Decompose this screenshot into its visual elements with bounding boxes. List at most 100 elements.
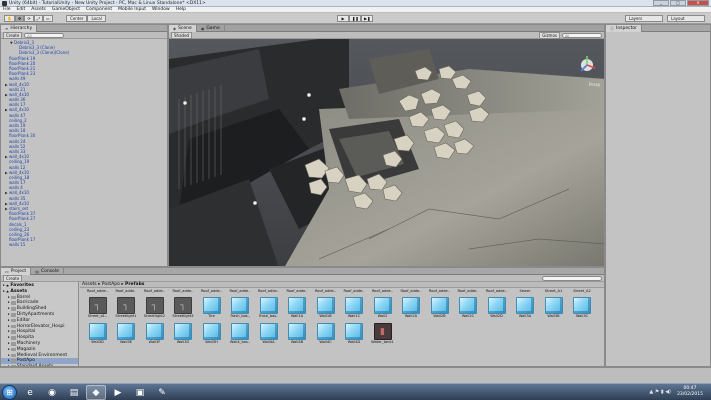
asset-item[interactable]: Wall3H [198, 323, 225, 349]
asset-item[interactable]: Wall2B [426, 297, 453, 323]
asset-item[interactable]: Tire [198, 297, 225, 323]
hierarchy-search-input[interactable]: All [24, 32, 65, 38]
start-button[interactable]: ⊞ [2, 385, 17, 400]
asset-item[interactable]: Wall1A [284, 297, 311, 323]
layout-dropdown[interactable]: Layout [667, 15, 705, 22]
asset-item[interactable]: Wall3G [170, 323, 197, 349]
asset-item[interactable]: Roof_adde.. [426, 289, 453, 297]
pivot-center-toggle[interactable]: Center [66, 15, 88, 22]
hierarchy-create-dropdown[interactable]: Create [3, 31, 23, 39]
asset-item[interactable]: Sewer [512, 289, 539, 297]
asset-item[interactable]: Roof_adde.. [84, 289, 111, 297]
asset-item[interactable]: Wall3D [84, 323, 111, 349]
asset-item[interactable]: Wall3F [141, 323, 168, 349]
asset-item[interactable]: Roof_adde.. [227, 289, 254, 297]
menu-gameobject[interactable]: GameObject [49, 7, 83, 12]
asset-item[interactable]: ┐ Streetlight1 [113, 297, 140, 323]
minimize-button[interactable]: _ [653, 0, 669, 6]
asset-item[interactable]: Wall4B [284, 323, 311, 349]
asset-item[interactable]: Wall1C [341, 297, 368, 323]
breadcrumb-assets[interactable]: Assets [82, 282, 97, 287]
asset-item[interactable]: Street_A1 [540, 289, 567, 297]
asset-item[interactable]: Roof_adde.. [141, 289, 168, 297]
hierarchy-item[interactable]: walls 15 [1, 242, 167, 247]
asset-item[interactable]: Roof_adde.. [483, 289, 510, 297]
asset-item[interactable]: Roof_adde.. [398, 289, 425, 297]
tab-game[interactable]: ◉ Game [197, 25, 225, 32]
project-create-dropdown[interactable]: Create [3, 274, 23, 282]
expand-arrow-icon[interactable]: ▸ [3, 289, 5, 295]
tab-inspector[interactable]: ⓘ Inspector [606, 25, 642, 32]
persp-label[interactable]: Persp [589, 82, 600, 87]
hand-tool-icon[interactable]: ✋ [4, 15, 15, 22]
window-titlebar[interactable]: Unity (64bit) - TutorialUnity - New Unit… [0, 0, 711, 7]
gizmos-dropdown[interactable]: Gizmos [539, 31, 560, 39]
asset-item[interactable]: Roof_adde.. [455, 289, 482, 297]
asset-item[interactable]: Roof_adde.. [284, 289, 311, 297]
project-search-input[interactable] [542, 275, 602, 281]
asset-item[interactable]: Roof_adde.. [113, 289, 140, 297]
step-button[interactable]: ▶❚ [361, 15, 373, 22]
asset-item[interactable]: Wall1B [312, 297, 339, 323]
asset-item[interactable]: ┐ Streetlight3 [170, 297, 197, 323]
asset-item[interactable]: Wall2C [455, 297, 482, 323]
menu-window[interactable]: Window [149, 7, 173, 12]
asset-item[interactable]: ┐ Streetlight2 [141, 297, 168, 323]
menu-edit[interactable]: Edit [14, 7, 29, 12]
rotate-tool-icon[interactable]: ⟳ [24, 15, 34, 22]
asset-item[interactable]: Roof_adde.. [255, 289, 282, 297]
scene-search-input[interactable]: All [562, 32, 602, 38]
asset-item[interactable]: ┐ Street_a1.. [84, 297, 111, 323]
asset-item[interactable]: Trash_bas.. [227, 297, 254, 323]
maximize-button[interactable]: □ [670, 0, 686, 6]
scene-viewport[interactable]: Persp [169, 39, 604, 266]
asset-item[interactable]: Wall3C [569, 297, 596, 323]
status-bar [0, 367, 711, 383]
app-icon[interactable]: ▣ [130, 385, 150, 400]
asset-item[interactable]: Wall3E [113, 323, 140, 349]
asset-item[interactable]: Wall4D [341, 323, 368, 349]
asset-item[interactable]: Wall4_bas.. [227, 323, 254, 349]
paint-icon[interactable]: ✎ [152, 385, 172, 400]
move-tool-icon[interactable]: ✥ [14, 15, 25, 22]
asset-item[interactable]: Wall3A [512, 297, 539, 323]
close-button[interactable]: ✕ [687, 0, 709, 6]
asset-item[interactable]: Roof_adde.. [369, 289, 396, 297]
pivot-local-toggle[interactable]: Local [87, 15, 106, 22]
chrome-icon[interactable]: ◉ [42, 385, 62, 400]
tab-console[interactable]: ▤ Console [31, 268, 64, 275]
menu-assets[interactable]: Assets [28, 7, 49, 12]
asset-item[interactable]: ▮ Water_tank1 [369, 323, 396, 349]
rect-tool-icon[interactable]: ▭ [42, 15, 53, 22]
breadcrumb-postapo[interactable]: PostApo [102, 282, 120, 287]
asset-item[interactable]: Wall3B [540, 297, 567, 323]
folder-icon [10, 330, 16, 335]
asset-item[interactable]: Trash_bas.. [255, 297, 282, 323]
asset-item[interactable]: Wall4C [312, 323, 339, 349]
asset-item[interactable]: Roof_adde.. [341, 289, 368, 297]
pause-button[interactable]: ❚❚ [349, 15, 361, 22]
clock[interactable]: 00:47 23/02/2015 [677, 386, 703, 398]
scale-tool-icon[interactable]: ⤢ [33, 15, 43, 22]
asset-item[interactable]: Wall4A [255, 323, 282, 349]
asset-item[interactable]: Street_A2 [569, 289, 596, 297]
asset-item[interactable]: Wall2A [398, 297, 425, 323]
asset-item[interactable]: Wall2 [369, 297, 396, 323]
layers-dropdown[interactable]: Layers [625, 15, 663, 22]
menu-file[interactable]: File [0, 7, 14, 12]
unity-taskbar-icon[interactable]: ◆ [86, 385, 106, 400]
breadcrumb-prefabs[interactable]: Prefabs [125, 282, 144, 287]
menu-help[interactable]: Help [173, 7, 189, 12]
play-button[interactable]: ▶ [337, 15, 349, 22]
ie-icon[interactable]: e [20, 385, 40, 400]
asset-item[interactable]: Roof_adde.. [170, 289, 197, 297]
menu-component[interactable]: Component [83, 7, 115, 12]
shading-mode-dropdown[interactable]: Shaded [171, 31, 193, 39]
media-player-icon[interactable]: ▶ [108, 385, 128, 400]
explorer-icon[interactable]: ▤ [64, 385, 84, 400]
asset-item[interactable]: Roof_adde.. [312, 289, 339, 297]
asset-item[interactable]: Wall2D [483, 297, 510, 323]
asset-item[interactable]: Roof_adde.. [198, 289, 225, 297]
system-tray[interactable]: ▲ ⚑ ▮ ◀) [649, 389, 671, 395]
menu-mobile-input[interactable]: Mobile Input [115, 7, 149, 12]
